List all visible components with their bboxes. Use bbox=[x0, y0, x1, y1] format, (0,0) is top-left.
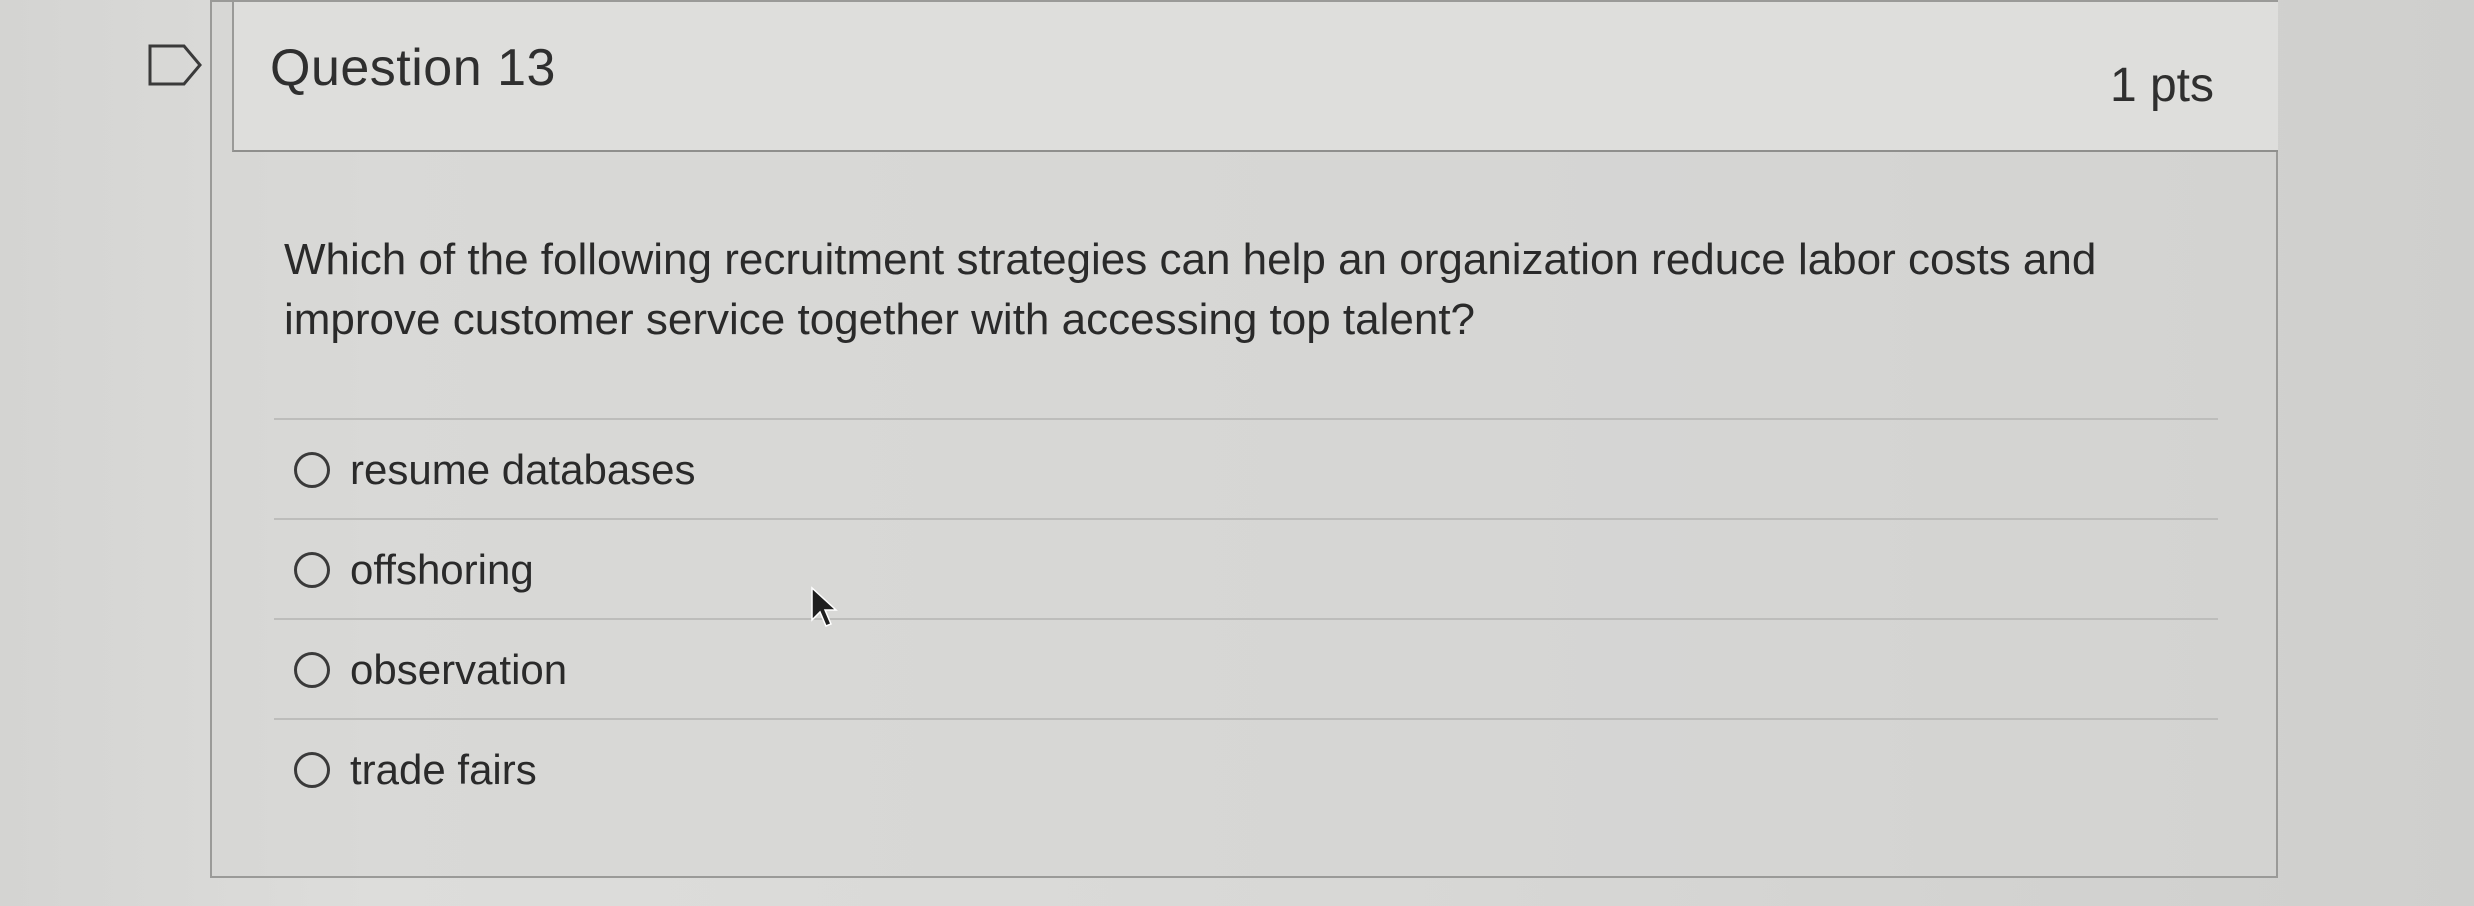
answer-option[interactable]: observation bbox=[274, 618, 2218, 718]
answer-option[interactable]: offshoring bbox=[274, 518, 2218, 618]
mouse-pointer-icon bbox=[811, 586, 838, 627]
answer-label: offshoring bbox=[350, 546, 534, 593]
answer-option[interactable]: trade fairs bbox=[274, 718, 2218, 818]
answer-label: trade fairs bbox=[350, 746, 537, 793]
answer-label: resume databases bbox=[350, 446, 696, 493]
flag-question-icon[interactable] bbox=[146, 42, 204, 88]
answer-option[interactable]: resume databases bbox=[274, 418, 2218, 518]
question-points: 1 pts bbox=[2109, 59, 2214, 112]
radio-icon[interactable] bbox=[294, 652, 330, 688]
question-text: Which of the following recruitment strat… bbox=[284, 235, 2097, 344]
radio-icon[interactable] bbox=[294, 452, 330, 488]
radio-icon[interactable] bbox=[294, 752, 330, 788]
answer-label: observation bbox=[350, 646, 568, 693]
question-title: Question 13 bbox=[270, 39, 556, 97]
radio-icon[interactable] bbox=[294, 552, 330, 588]
quiz-screen: Question 13 1 pts Which of the following… bbox=[0, 0, 2474, 906]
answer-list: resume databases offshoring observation … bbox=[274, 418, 2218, 818]
